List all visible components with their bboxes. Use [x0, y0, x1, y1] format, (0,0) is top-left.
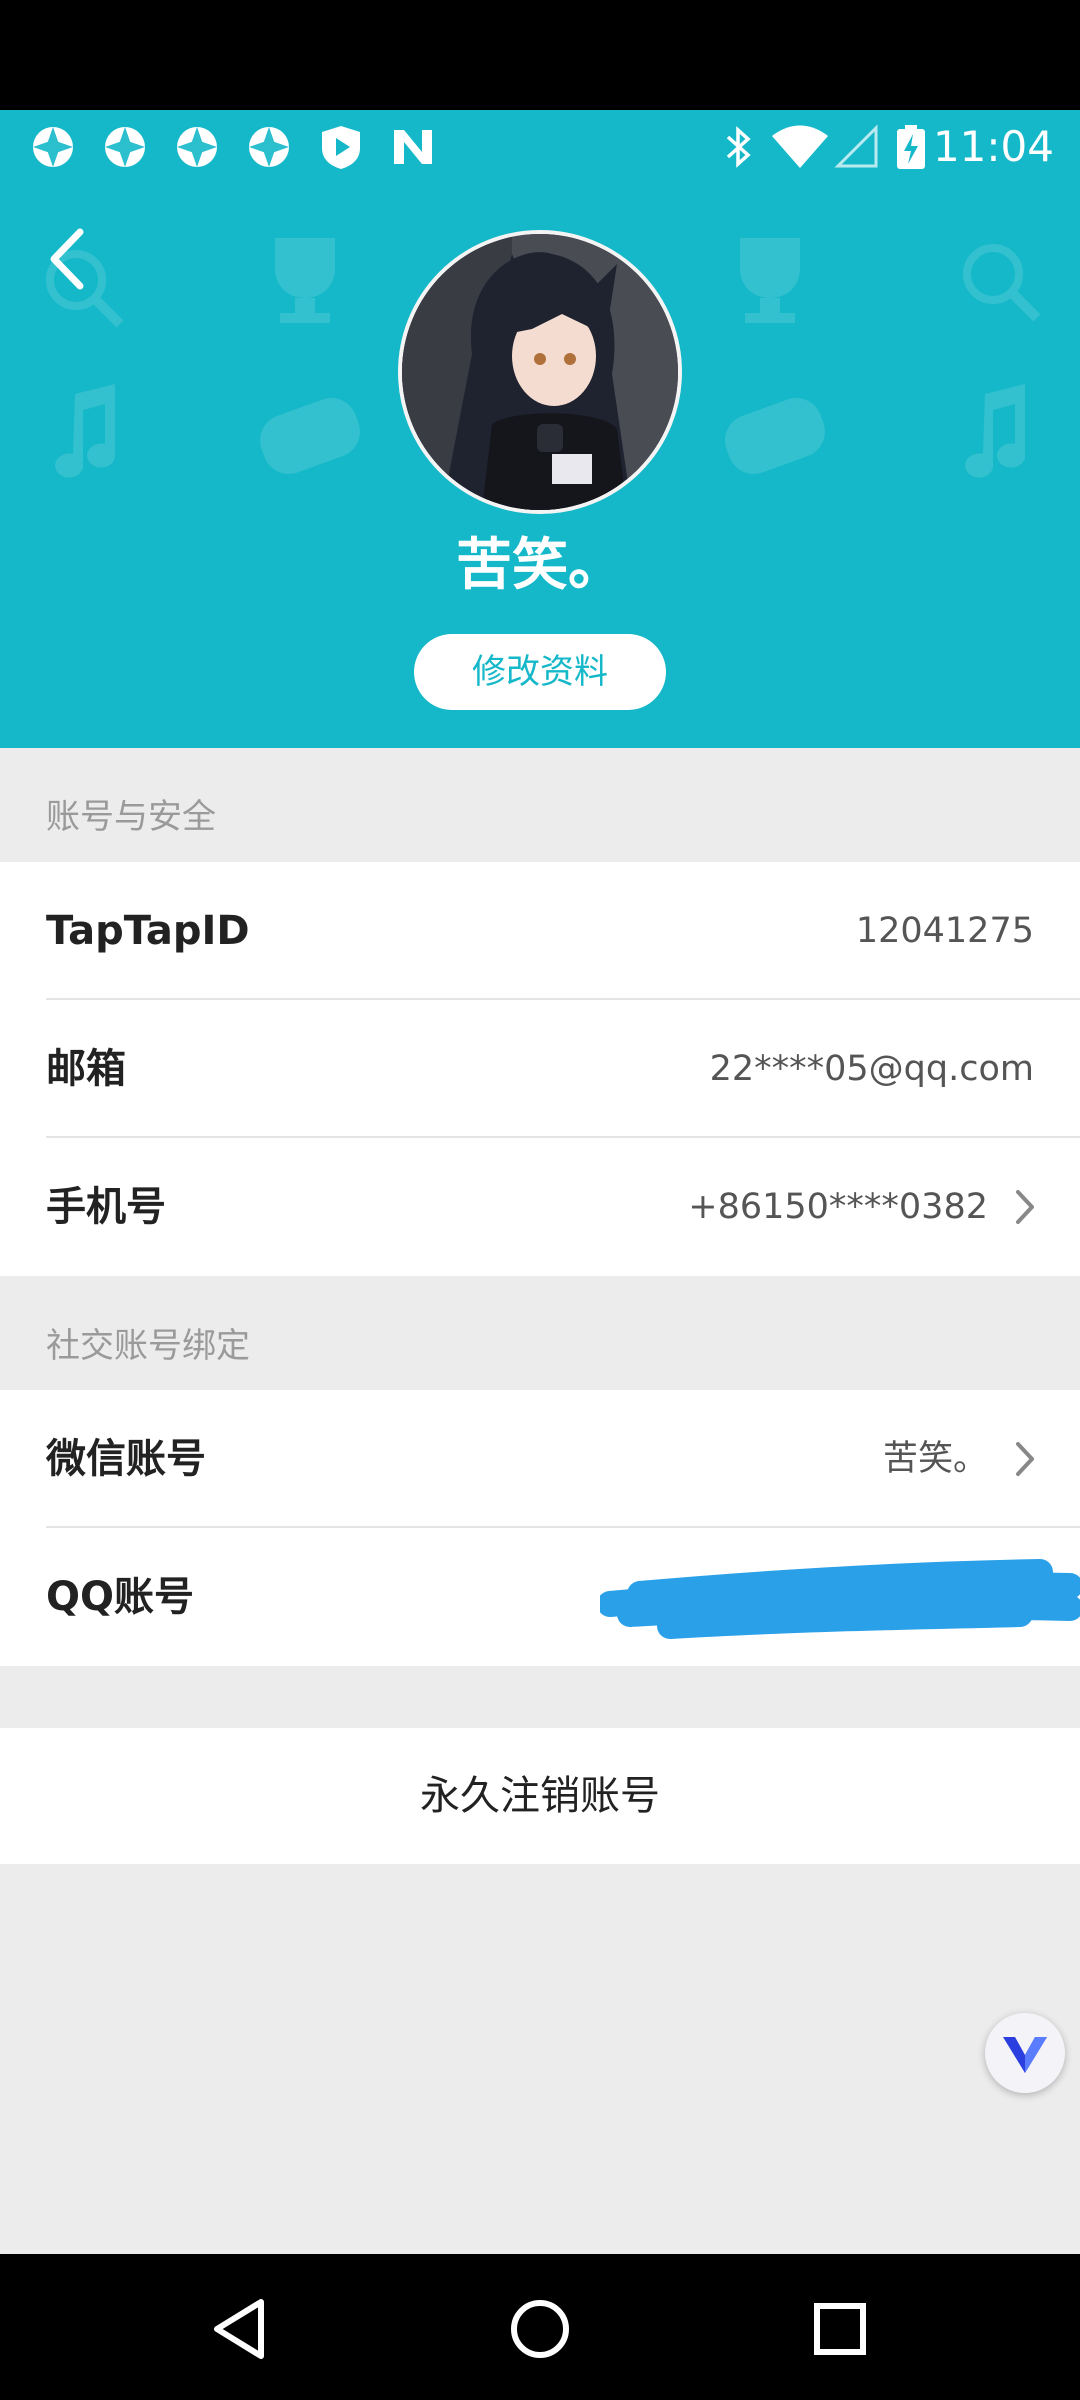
search-pattern-icon — [963, 244, 1041, 322]
wifi-icon — [772, 125, 828, 168]
trophy-pattern-icon — [740, 238, 800, 323]
redaction-scribble — [600, 1559, 1080, 1639]
music-note-pattern-icon — [55, 384, 116, 478]
row-label: 微信账号 — [46, 1436, 206, 1482]
delete-account-button[interactable]: 永久注销账号 — [0, 1728, 1080, 1864]
profile-header: 苦笑。 修改资料 — [0, 186, 1080, 748]
row-value: 苦笑。 — [882, 1439, 988, 1479]
delete-account-label: 永久注销账号 — [420, 1773, 660, 1819]
home-circle-icon[interactable] — [505, 2294, 575, 2364]
clock: 11:04 — [932, 122, 1054, 171]
row-wechat[interactable]: 微信账号 苦笑。 — [0, 1390, 1080, 1528]
avatar[interactable] — [398, 230, 682, 514]
music-note-pattern-icon — [965, 384, 1026, 478]
back-triangle-icon[interactable] — [205, 2294, 275, 2364]
cell-signal-icon — [834, 124, 878, 168]
trophy-pattern-icon — [275, 238, 335, 323]
row-taptap-id: TapTapID 12041275 — [0, 862, 1080, 1000]
app-notification-icon — [33, 127, 73, 167]
gamepad-pattern-icon — [725, 398, 825, 474]
section-label-account-security: 账号与安全 — [46, 797, 216, 837]
row-value: 22****05@qq.com — [709, 1049, 1034, 1089]
back-arrow-icon[interactable] — [40, 226, 96, 292]
play-shield-icon — [322, 126, 360, 169]
n-logo-icon — [394, 130, 432, 164]
edit-profile-button[interactable]: 修改资料 — [414, 634, 666, 710]
row-label: 邮箱 — [46, 1046, 126, 1092]
floating-assistant-button[interactable] — [985, 2013, 1065, 2093]
app-notification-icon — [249, 127, 289, 167]
row-label: 手机号 — [46, 1184, 166, 1230]
nickname: 苦笑。 — [456, 533, 624, 598]
app-notification-icon — [177, 127, 217, 167]
v-logo-icon — [1003, 2037, 1047, 2073]
chevron-right-icon — [1016, 1442, 1034, 1476]
recents-square-icon[interactable] — [805, 2294, 875, 2364]
chevron-right-icon — [1016, 1190, 1034, 1224]
row-phone[interactable]: 手机号 +86150****0382 — [0, 1138, 1080, 1276]
avatar-illustration — [402, 234, 678, 510]
row-qq[interactable]: QQ账号 — [0, 1528, 1080, 1666]
section-label-social-binding: 社交账号绑定 — [46, 1326, 250, 1366]
row-value: 12041275 — [855, 911, 1034, 951]
system-nav-bar — [0, 2254, 1080, 2400]
row-label: QQ账号 — [46, 1574, 195, 1620]
bluetooth-icon — [726, 126, 751, 168]
row-value: +86150****0382 — [688, 1187, 988, 1227]
row-email: 邮箱 22****05@qq.com — [0, 1000, 1080, 1138]
settings-content: 账号与安全 TapTapID 12041275 邮箱 22****05@qq.c… — [0, 748, 1080, 2254]
app-notification-icon — [105, 127, 145, 167]
row-label: TapTapID — [46, 908, 250, 954]
gamepad-pattern-icon — [260, 398, 360, 474]
battery-charging-icon — [897, 125, 925, 169]
status-bar: 11:04 — [0, 110, 1080, 186]
